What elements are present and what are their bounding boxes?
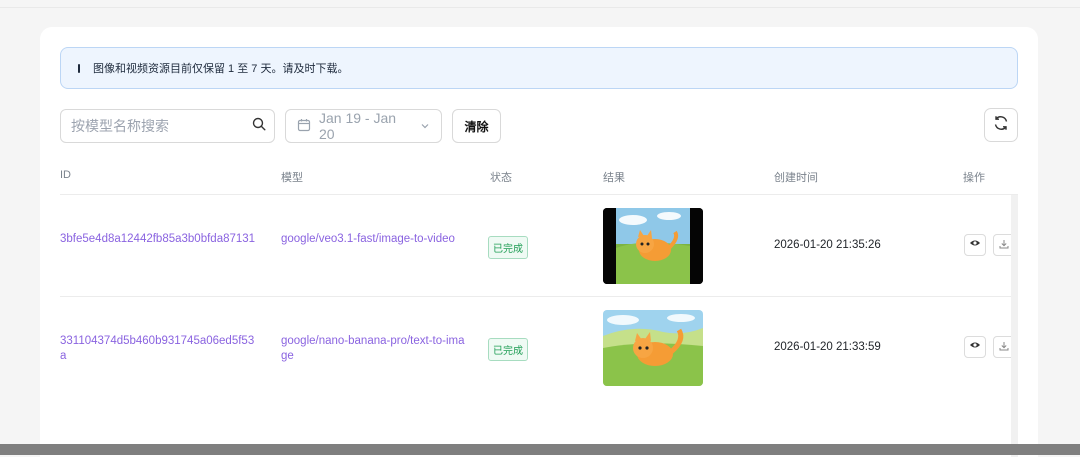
info-icon [78, 63, 80, 73]
table-header: ID 模型 状态 结果 创建时间 操作 [60, 169, 1018, 195]
column-header-result: 结果 [603, 172, 625, 184]
status-badge: 已完成 [488, 338, 528, 361]
date-range-picker[interactable]: Jan 19 - Jan 20 [285, 109, 442, 143]
model-link[interactable]: google/nano-banana-pro/text-to-image [281, 334, 467, 364]
created-time: 2026-01-20 21:33:59 [774, 341, 881, 353]
column-header-created: 创建时间 [774, 172, 818, 184]
column-header-model: 模型 [281, 172, 303, 184]
refresh-icon [992, 114, 1010, 137]
download-icon [999, 338, 1009, 356]
column-header-id: ID [60, 169, 71, 181]
retention-notice: 图像和视频资源目前仅保留 1 至 7 天。请及时下载。 [60, 47, 1018, 89]
search-input[interactable] [71, 118, 252, 134]
table-row: 331104374d5b460b931745a06ed5f53a google/… [60, 297, 1018, 399]
view-button[interactable] [964, 336, 986, 358]
horizontal-scrollbar[interactable] [0, 444, 1080, 455]
date-range-label: Jan 19 - Jan 20 [319, 110, 397, 142]
download-icon [999, 236, 1009, 254]
search-icon[interactable] [252, 117, 266, 136]
table-scrollbar[interactable] [1011, 195, 1018, 457]
task-id-link[interactable]: 3bfe5e4d8a12442fb85a3b0bfda87131 [60, 232, 258, 247]
column-header-actions: 操作 [963, 172, 985, 184]
notice-text: 图像和视频资源目前仅保留 1 至 7 天。请及时下载。 [93, 63, 349, 75]
created-time: 2026-01-20 21:35:26 [774, 239, 881, 251]
view-button[interactable] [964, 234, 986, 256]
search-box[interactable] [60, 109, 275, 143]
chevron-down-icon [420, 118, 430, 134]
column-header-status: 状态 [490, 172, 512, 184]
table-row: 3bfe5e4d8a12442fb85a3b0bfda87131 google/… [60, 195, 1018, 297]
model-link[interactable]: google/veo3.1-fast/image-to-video [281, 232, 467, 247]
clear-button[interactable]: 清除 [452, 109, 501, 143]
history-card: 图像和视频资源目前仅保留 1 至 7 天。请及时下载。 Jan 19 - Jan… [40, 27, 1038, 457]
eye-icon [969, 236, 981, 254]
status-badge: 已完成 [488, 236, 528, 259]
calendar-icon [297, 118, 311, 135]
eye-icon [969, 338, 981, 356]
image-thumbnail[interactable] [603, 310, 703, 386]
top-divider [0, 7, 1080, 8]
refresh-button[interactable] [984, 108, 1018, 142]
task-id-link[interactable]: 331104374d5b460b931745a06ed5f53a [60, 334, 258, 364]
video-thumbnail[interactable] [603, 208, 703, 284]
